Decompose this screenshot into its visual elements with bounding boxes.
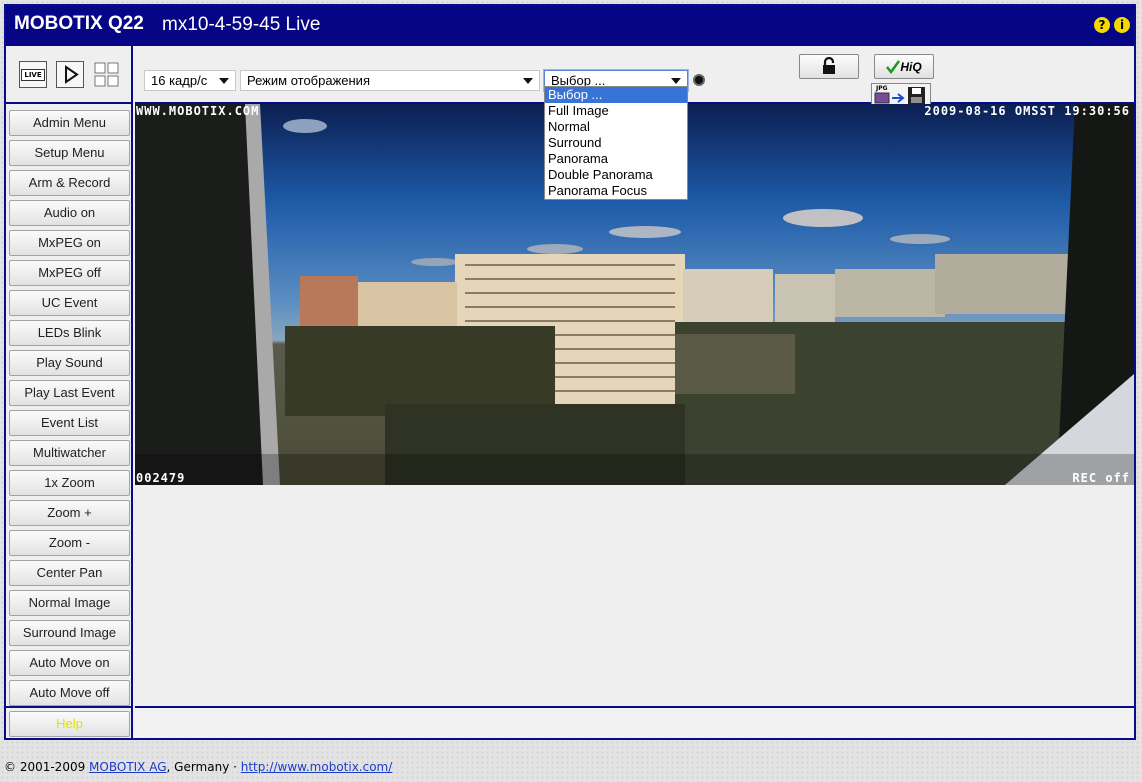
leds-blink-button[interactable]: LEDs Blink xyxy=(9,320,130,346)
framerate-value: 16 кадр/с xyxy=(151,73,208,88)
grid-icon xyxy=(94,62,119,87)
country-text: , Germany · xyxy=(166,760,241,774)
framerate-select[interactable]: 16 кадр/с xyxy=(144,70,236,91)
setup-menu-button[interactable]: Setup Menu xyxy=(9,140,130,166)
dropdown-option[interactable]: Double Panorama xyxy=(545,167,687,183)
play-last-event-button[interactable]: Play Last Event xyxy=(9,380,130,406)
display-mode-value: Режим отображения xyxy=(247,73,370,88)
zoom-button[interactable]: Zoom + xyxy=(9,500,130,526)
rec-status: REC off xyxy=(1072,471,1130,485)
help-icon[interactable]: ? xyxy=(1094,17,1110,33)
play-icon xyxy=(65,65,79,84)
dropdown-option[interactable]: Выбор ... xyxy=(545,87,687,103)
title-bar: MOBOTIX Q22 mx10-4-59-45 Live ? i xyxy=(6,6,1134,46)
mxpeg-off-button[interactable]: MxPEG off xyxy=(9,260,130,286)
chevron-down-icon xyxy=(671,78,681,84)
arm-record-button[interactable]: Arm & Record xyxy=(9,170,130,196)
dropdown-option[interactable]: Panorama Focus xyxy=(545,183,687,199)
unlock-button[interactable] xyxy=(799,54,859,79)
info-icon[interactable]: i xyxy=(1114,17,1130,33)
hiq-button[interactable]: HiQ xyxy=(874,54,934,79)
help-button[interactable]: Help xyxy=(9,711,130,737)
center-pan-button[interactable]: Center Pan xyxy=(9,560,130,586)
play-sound-button[interactable]: Play Sound xyxy=(9,350,130,376)
admin-menu-button[interactable]: Admin Menu xyxy=(9,110,130,136)
timestamp-overlay: 2009-08-16 OMSST 19:30:56 xyxy=(924,104,1130,118)
help-area: Help xyxy=(6,706,133,738)
jpg-label: JPG xyxy=(876,85,888,92)
status-bar xyxy=(135,706,1134,738)
record-indicator-icon xyxy=(693,74,705,86)
live-icon: LIVE xyxy=(21,68,45,81)
uc-event-button[interactable]: UC Event xyxy=(9,290,130,316)
frame-counter: 002479 xyxy=(136,471,186,485)
auto-move-off-button[interactable]: Auto Move off xyxy=(9,680,130,706)
player-mode-button[interactable] xyxy=(56,61,84,88)
chevron-down-icon xyxy=(219,78,229,84)
normal-image-button[interactable]: Normal Image xyxy=(9,590,130,616)
zoom-button[interactable]: Zoom - xyxy=(9,530,130,556)
event-list-button[interactable]: Event List xyxy=(9,410,130,436)
1x-zoom-button[interactable]: 1x Zoom xyxy=(9,470,130,496)
mxpeg-on-button[interactable]: MxPEG on xyxy=(9,230,130,256)
app-window: MOBOTIX Q22 mx10-4-59-45 Live ? i LIVE 1… xyxy=(4,4,1136,740)
sidebar-button-list: Admin Menu Setup Menu Arm & Record Audio on… xyxy=(6,104,131,706)
display-mode-select[interactable]: Режим отображения xyxy=(240,70,540,91)
multiview-button[interactable] xyxy=(93,61,121,88)
camera-model-title: MOBOTIX Q22 xyxy=(14,13,144,34)
dropdown-option[interactable]: Panorama xyxy=(545,151,687,167)
live-mode-button[interactable]: LIVE xyxy=(19,61,47,88)
unlock-icon xyxy=(823,56,835,74)
company-link[interactable]: MOBOTIX AG xyxy=(89,760,166,774)
dropdown-option[interactable]: Full Image xyxy=(545,103,687,119)
watermark-url: WWW.MOBOTIX.COM xyxy=(136,104,260,118)
multiwatcher-button[interactable]: Multiwatcher xyxy=(9,440,130,466)
surround-image-button[interactable]: Surround Image xyxy=(9,620,130,646)
copyright-text: © 2001-2009 xyxy=(4,760,90,774)
auto-move-on-button[interactable]: Auto Move on xyxy=(9,650,130,676)
chevron-down-icon xyxy=(523,78,533,84)
checkmark-icon xyxy=(886,59,901,74)
dropdown-option[interactable]: Normal xyxy=(545,119,687,135)
camera-name-title: mx10-4-59-45 Live xyxy=(162,14,321,35)
view-dropdown-list: Выбор ... Full Image Normal Surround Pan… xyxy=(544,86,688,200)
view-mode-toolbar: LIVE xyxy=(6,46,133,104)
footer: © 2001-2009 MOBOTIX AG, Germany · http:/… xyxy=(4,760,392,774)
sidebar: Admin Menu Setup Menu Arm & Record Audio on… xyxy=(6,104,133,706)
hiq-label: HiQ xyxy=(900,59,922,74)
website-link[interactable]: http://www.mobotix.com/ xyxy=(241,760,393,774)
dropdown-option[interactable]: Surround xyxy=(545,135,687,151)
audio-on-button[interactable]: Audio on xyxy=(9,200,130,226)
